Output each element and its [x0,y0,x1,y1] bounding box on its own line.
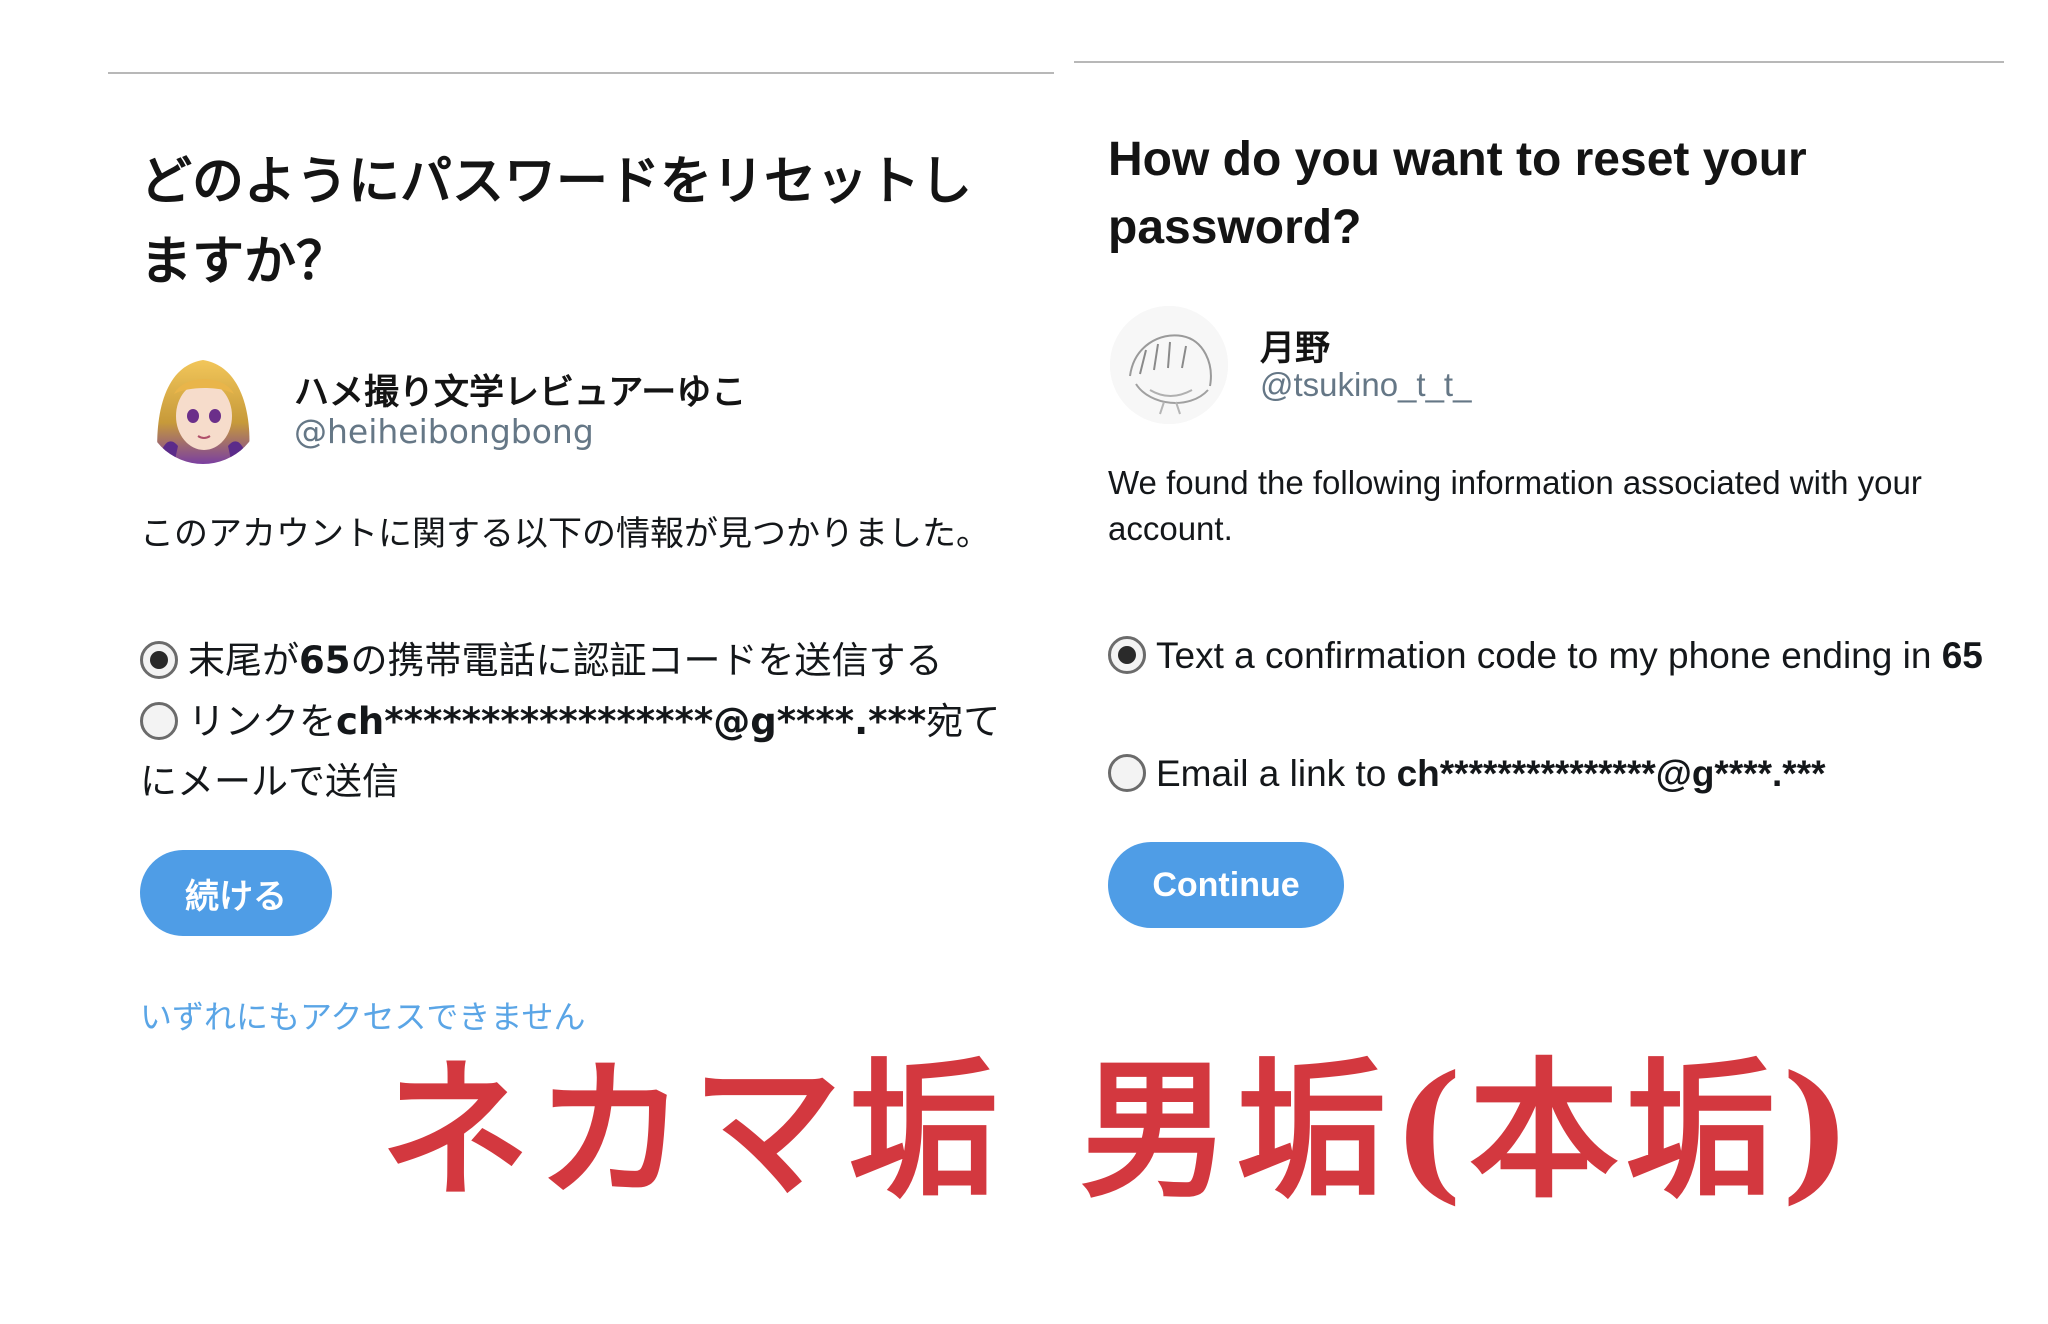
jp-avatar [144,346,262,464]
jp-option-sms[interactable]: 末尾が65の携帯電話に認証コードを送信する [140,632,1020,690]
en-page-title: How do you want to reset your password? [1108,133,1807,254]
jp-option-email-address: ch*****************@g****.*** [336,700,927,743]
jp-account-caption: ネカマ垢 [380,1043,1005,1219]
en-description: We found the following information assoc… [1108,464,1922,547]
en-account-caption: 男垢(本垢) [1080,1043,1858,1219]
radio-selected-icon[interactable] [1108,636,1146,674]
en-avatar [1110,306,1228,424]
jp-continue-button[interactable]: 続ける [140,850,332,936]
en-option-email-address: ch***************@g****.*** [1396,753,1826,794]
en-option-email[interactable]: Email a link to ch***************@g****.… [1108,746,2008,802]
jp-option-email[interactable]: リンクをch*****************@g****.***宛てにメールで… [140,692,1020,812]
jp-page-title: どのようにパスワードをリセットしますか？ [140,152,973,292]
sketch-avatar-icon [1110,306,1228,424]
jp-option-sms-pre: 末尾が [188,639,299,682]
jp-option-sms-digits: 65 [299,639,351,682]
jp-no-access-link[interactable]: いずれにもアクセスできません [140,992,585,1038]
radio-selected-icon[interactable] [140,641,178,679]
en-account-name: 月野 [1260,329,1331,369]
jp-option-email-pre: リンクを [188,700,336,743]
anime-avatar-icon [144,346,262,464]
en-option-sms[interactable]: Text a confirmation code to my phone end… [1108,626,2008,686]
en-option-email-text: Email a link to [1156,753,1397,794]
radio-unselected-icon[interactable] [1108,754,1146,792]
en-reset-panel: How do you want to reset your password? … [1040,0,2048,1050]
jp-option-sms-post: の携帯電話に認証コードを送信する [350,639,943,682]
en-option-sms-text: Text a confirmation code to my phone end… [1156,635,1942,676]
jp-reset-panel: どのようにパスワードをリセットしますか？ ハメ撮り文学レビュアーゆこ @heih… [0,0,1040,1050]
radio-unselected-icon[interactable] [140,702,178,740]
jp-account-name: ハメ撮り文学レビュアーゆこ [294,373,747,413]
en-option-sms-digits: 65 [1941,635,1983,676]
en-account-handle: @tsukino_t_t_ [1260,366,1472,403]
jp-description: このアカウントに関する以下の情報が見つかりました。 [140,514,990,554]
en-continue-button[interactable]: Continue [1108,842,1344,928]
jp-account-handle: @heiheibongbong [294,412,594,451]
